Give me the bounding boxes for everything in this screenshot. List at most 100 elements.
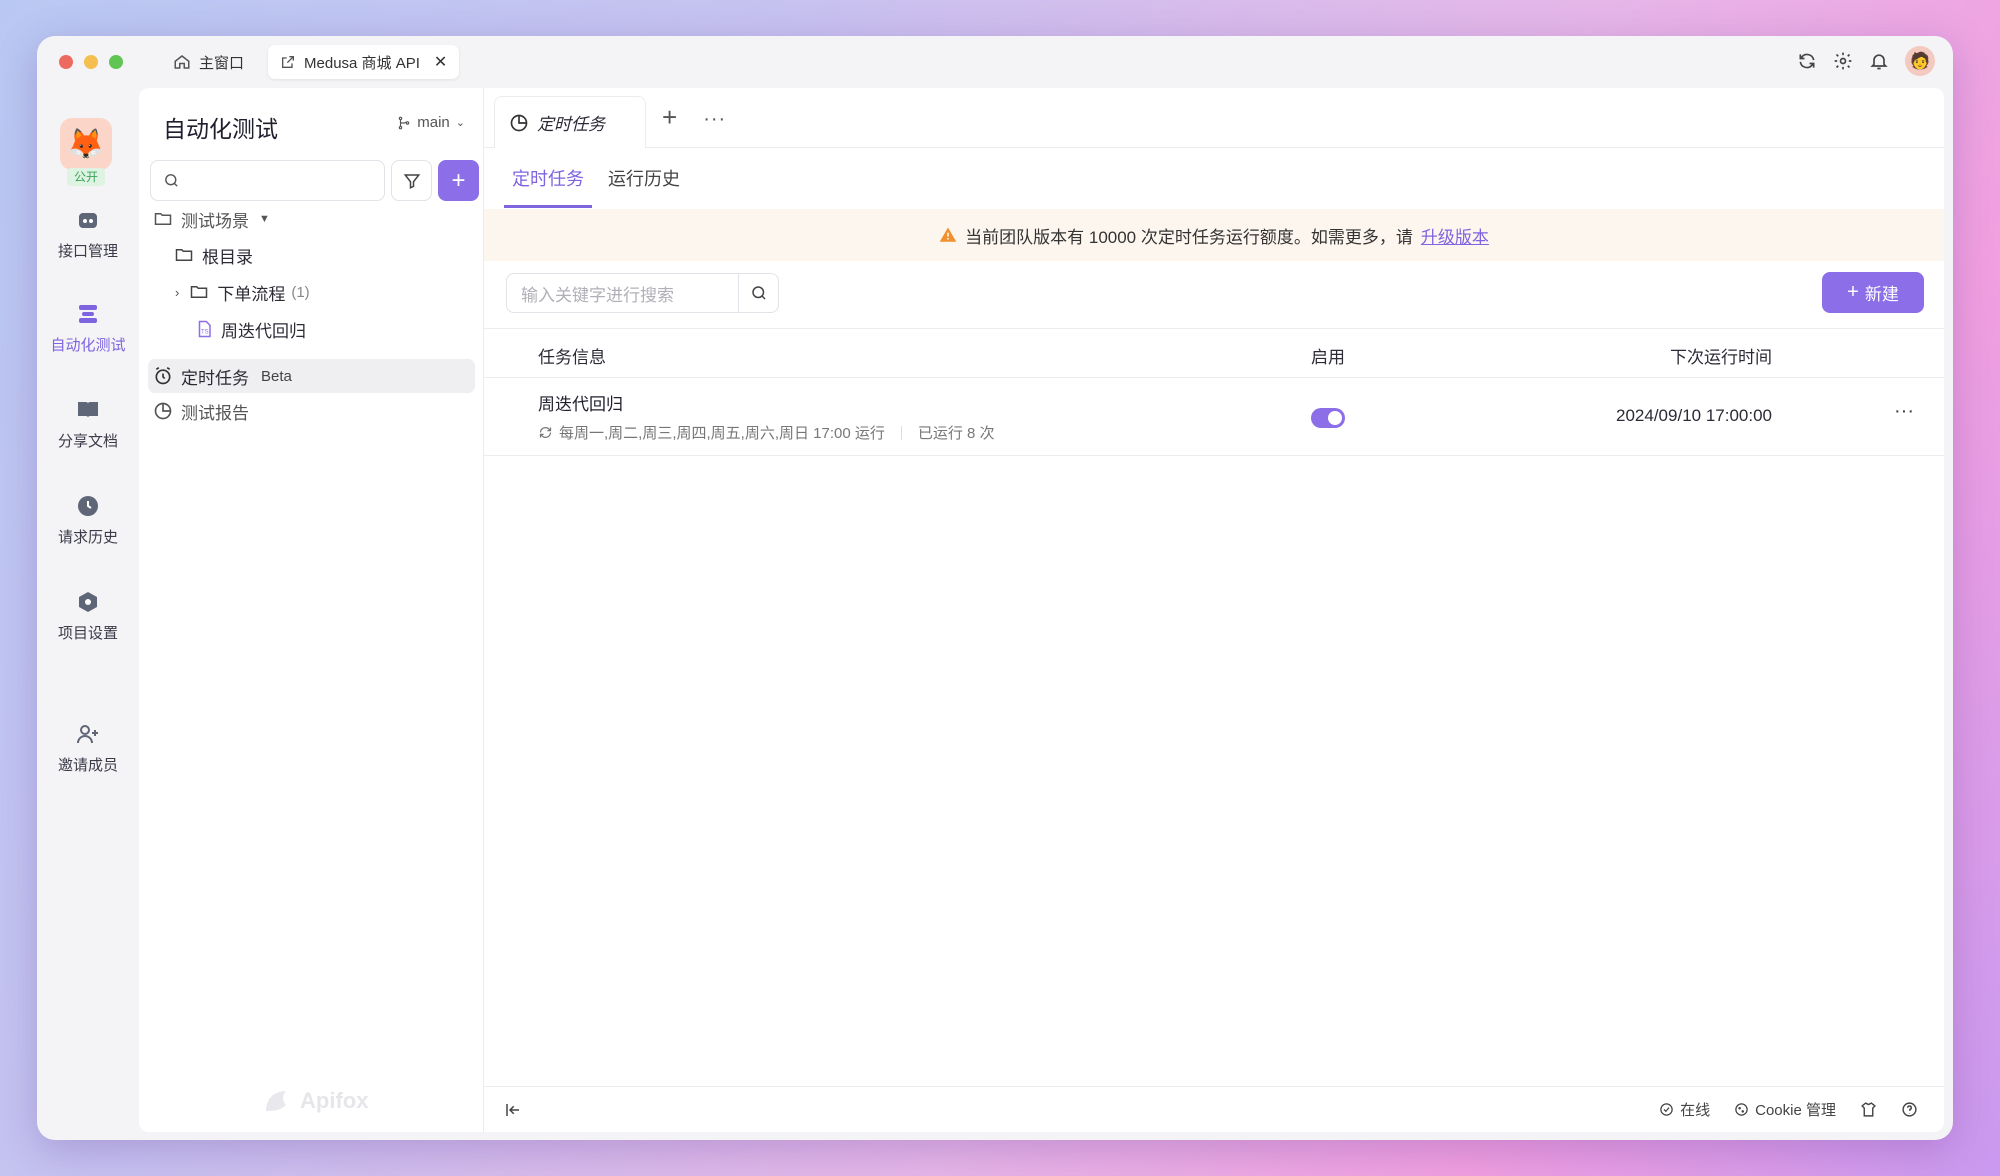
tree-item-label: 下单流程 — [217, 284, 286, 304]
branch-name: main — [417, 114, 450, 131]
alarm-clock-icon — [153, 366, 173, 386]
external-link-icon — [280, 54, 296, 70]
chevron-right-icon: › — [175, 284, 180, 300]
watermark-text: Apifox — [300, 1088, 369, 1113]
tree-item-order-flow[interactable]: › 下单流程 (1) — [139, 275, 484, 309]
doc-tab-label: 定时任务 — [537, 115, 605, 134]
table-header: 任务信息 启用 下次运行时间 — [484, 328, 1944, 378]
task-next-run: 2024/09/10 17:00:00 — [1616, 406, 1772, 425]
chevron-down-icon: ⌄ — [455, 117, 465, 129]
settings-hex-icon — [79, 592, 97, 612]
tab-project[interactable]: Medusa 商城 API ✕ — [268, 45, 460, 79]
add-user-icon — [77, 725, 98, 744]
caret-down-icon: ▼ — [259, 213, 270, 225]
filter-button[interactable] — [391, 160, 432, 201]
rail-item-automation[interactable]: 自动化测试 — [37, 302, 139, 355]
more-tabs-button[interactable]: ··· — [703, 108, 726, 131]
divider — [900, 425, 902, 440]
cookie-label: Cookie 管理 — [1755, 1102, 1836, 1119]
minimize-window-button[interactable] — [84, 55, 98, 69]
tree-item-label: 周迭代回归 — [221, 321, 306, 341]
app-window: 主窗口 Medusa 商城 API ✕ 🧑 🦊 公开 接口管理 自动化测试 分享… — [37, 36, 1953, 1140]
main-content: 定时任务 + ··· 定时任务 运行历史 当前团队版本有 10000 次定时任务… — [484, 88, 1944, 1132]
user-avatar[interactable]: 🧑 — [1905, 46, 1935, 76]
task-schedule: 每周一,周二,周三,周四,周五,周六,周日 17:00 运行 — [559, 425, 885, 442]
keyword-search[interactable]: 输入关键字进行搜索 — [506, 273, 779, 313]
task-meta: 每周一,周二,周三,周四,周五,周六,周日 17:00 运行 已运行 8 次 — [538, 422, 995, 443]
task-run-count: 已运行 8 次 — [917, 425, 995, 442]
repeat-icon — [539, 427, 552, 438]
table-row[interactable]: 周迭代回归 每周一,周二,周三,周四,周五,周六,周日 17:00 运行 已运行… — [484, 378, 1944, 456]
rail-item-label: 自动化测试 — [50, 337, 126, 354]
help-icon[interactable] — [1901, 1101, 1918, 1118]
branch-selector[interactable]: main ⌄ — [397, 114, 465, 131]
search-placeholder: 输入关键字进行搜索 — [521, 285, 674, 305]
rail-item-docs[interactable]: 分享文档 — [37, 398, 139, 451]
rail-item-settings[interactable]: 项目设置 — [37, 590, 139, 643]
new-button-label: 新建 — [1864, 285, 1899, 304]
column-next-run: 下次运行时间 — [1670, 348, 1772, 367]
document-tabs: 定时任务 + ··· — [484, 88, 1944, 148]
tree-item-test-reports[interactable]: 测试报告 — [139, 394, 484, 428]
bell-icon[interactable] — [1869, 51, 1889, 71]
tab-main-window[interactable]: 主窗口 — [161, 45, 256, 79]
rail-item-label: 请求历史 — [57, 529, 118, 546]
title-bar: 主窗口 Medusa 商城 API ✕ 🧑 — [37, 36, 1953, 88]
scenario-file-icon: TS — [195, 320, 213, 338]
row-more-button[interactable]: ··· — [1894, 400, 1914, 423]
beta-badge: Beta — [261, 367, 292, 385]
api-icon — [79, 213, 97, 228]
sidebar-search-input[interactable] — [150, 160, 385, 201]
warning-icon — [939, 227, 957, 242]
pie-chart-icon — [510, 114, 528, 131]
sidebar-title: 自动化测试 — [163, 116, 278, 142]
rail-item-label: 项目设置 — [57, 625, 118, 642]
folder-icon — [174, 246, 194, 264]
project-logo[interactable]: 🦊 — [60, 118, 112, 170]
add-tab-button[interactable]: + — [662, 102, 677, 133]
rail-item-api[interactable]: 接口管理 — [37, 208, 139, 261]
add-button[interactable]: + — [438, 160, 479, 201]
cookie-manager[interactable]: Cookie 管理 — [1734, 1099, 1836, 1120]
filter-icon — [403, 173, 420, 189]
tab-scheduled-tasks[interactable]: 定时任务 — [504, 150, 592, 208]
tree-item-root[interactable]: 根目录 — [139, 238, 484, 272]
search-icon — [165, 174, 178, 187]
doc-tab-scheduled[interactable]: 定时任务 — [494, 96, 646, 148]
close-icon[interactable]: ✕ — [434, 52, 447, 72]
tree-item-label: 根目录 — [202, 247, 253, 267]
rail-item-label: 分享文档 — [57, 433, 118, 450]
sub-tabs: 定时任务 运行历史 — [504, 150, 696, 208]
left-rail: 🦊 公开 接口管理 自动化测试 分享文档 请求历史 项目设置 邀请成员 — [37, 88, 139, 1140]
online-status[interactable]: 在线 — [1659, 1099, 1710, 1120]
automation-icon — [79, 305, 97, 323]
tab-run-history[interactable]: 运行历史 — [600, 150, 688, 208]
svg-text:TS: TS — [201, 330, 209, 336]
apifox-watermark: Apifox — [264, 1088, 368, 1114]
collapse-sidebar-icon[interactable] — [504, 1101, 522, 1119]
tree-item-scheduled-tasks[interactable]: 定时任务 Beta — [148, 359, 475, 393]
folder-icon — [189, 283, 209, 301]
close-window-button[interactable] — [59, 55, 73, 69]
enabled-toggle[interactable] — [1311, 408, 1345, 428]
new-task-button[interactable]: + 新建 — [1822, 272, 1924, 313]
zoom-window-button[interactable] — [109, 55, 123, 69]
rail-item-label: 接口管理 — [57, 243, 118, 260]
gear-icon[interactable] — [1833, 51, 1853, 71]
search-button[interactable] — [738, 274, 778, 312]
tree-item-label: 测试报告 — [181, 403, 249, 423]
cookie-icon — [1735, 1103, 1748, 1116]
tree-item-weekly-regression[interactable]: TS 周迭代回归 — [139, 312, 484, 346]
shirt-icon[interactable] — [1860, 1101, 1877, 1118]
upgrade-link[interactable]: 升级版本 — [1421, 223, 1489, 248]
plus-icon: + — [1847, 281, 1859, 303]
search-icon — [751, 286, 766, 300]
rail-item-invite[interactable]: 邀请成员 — [37, 722, 139, 775]
notice-text: 当前团队版本有 10000 次定时任务运行额度。如需更多，请 — [965, 227, 1413, 247]
tree-item-test-scenarios[interactable]: 测试场景 ▼ — [139, 202, 484, 236]
sidebar-panel: 自动化测试 main ⌄ + 测试场景 ▼ 根目录 › 下单流程 (1) TS … — [139, 88, 484, 1132]
rail-item-history[interactable]: 请求历史 — [37, 494, 139, 547]
branch-icon — [399, 116, 410, 129]
tab-label: Medusa 商城 API — [304, 54, 420, 72]
refresh-icon[interactable] — [1797, 51, 1817, 71]
